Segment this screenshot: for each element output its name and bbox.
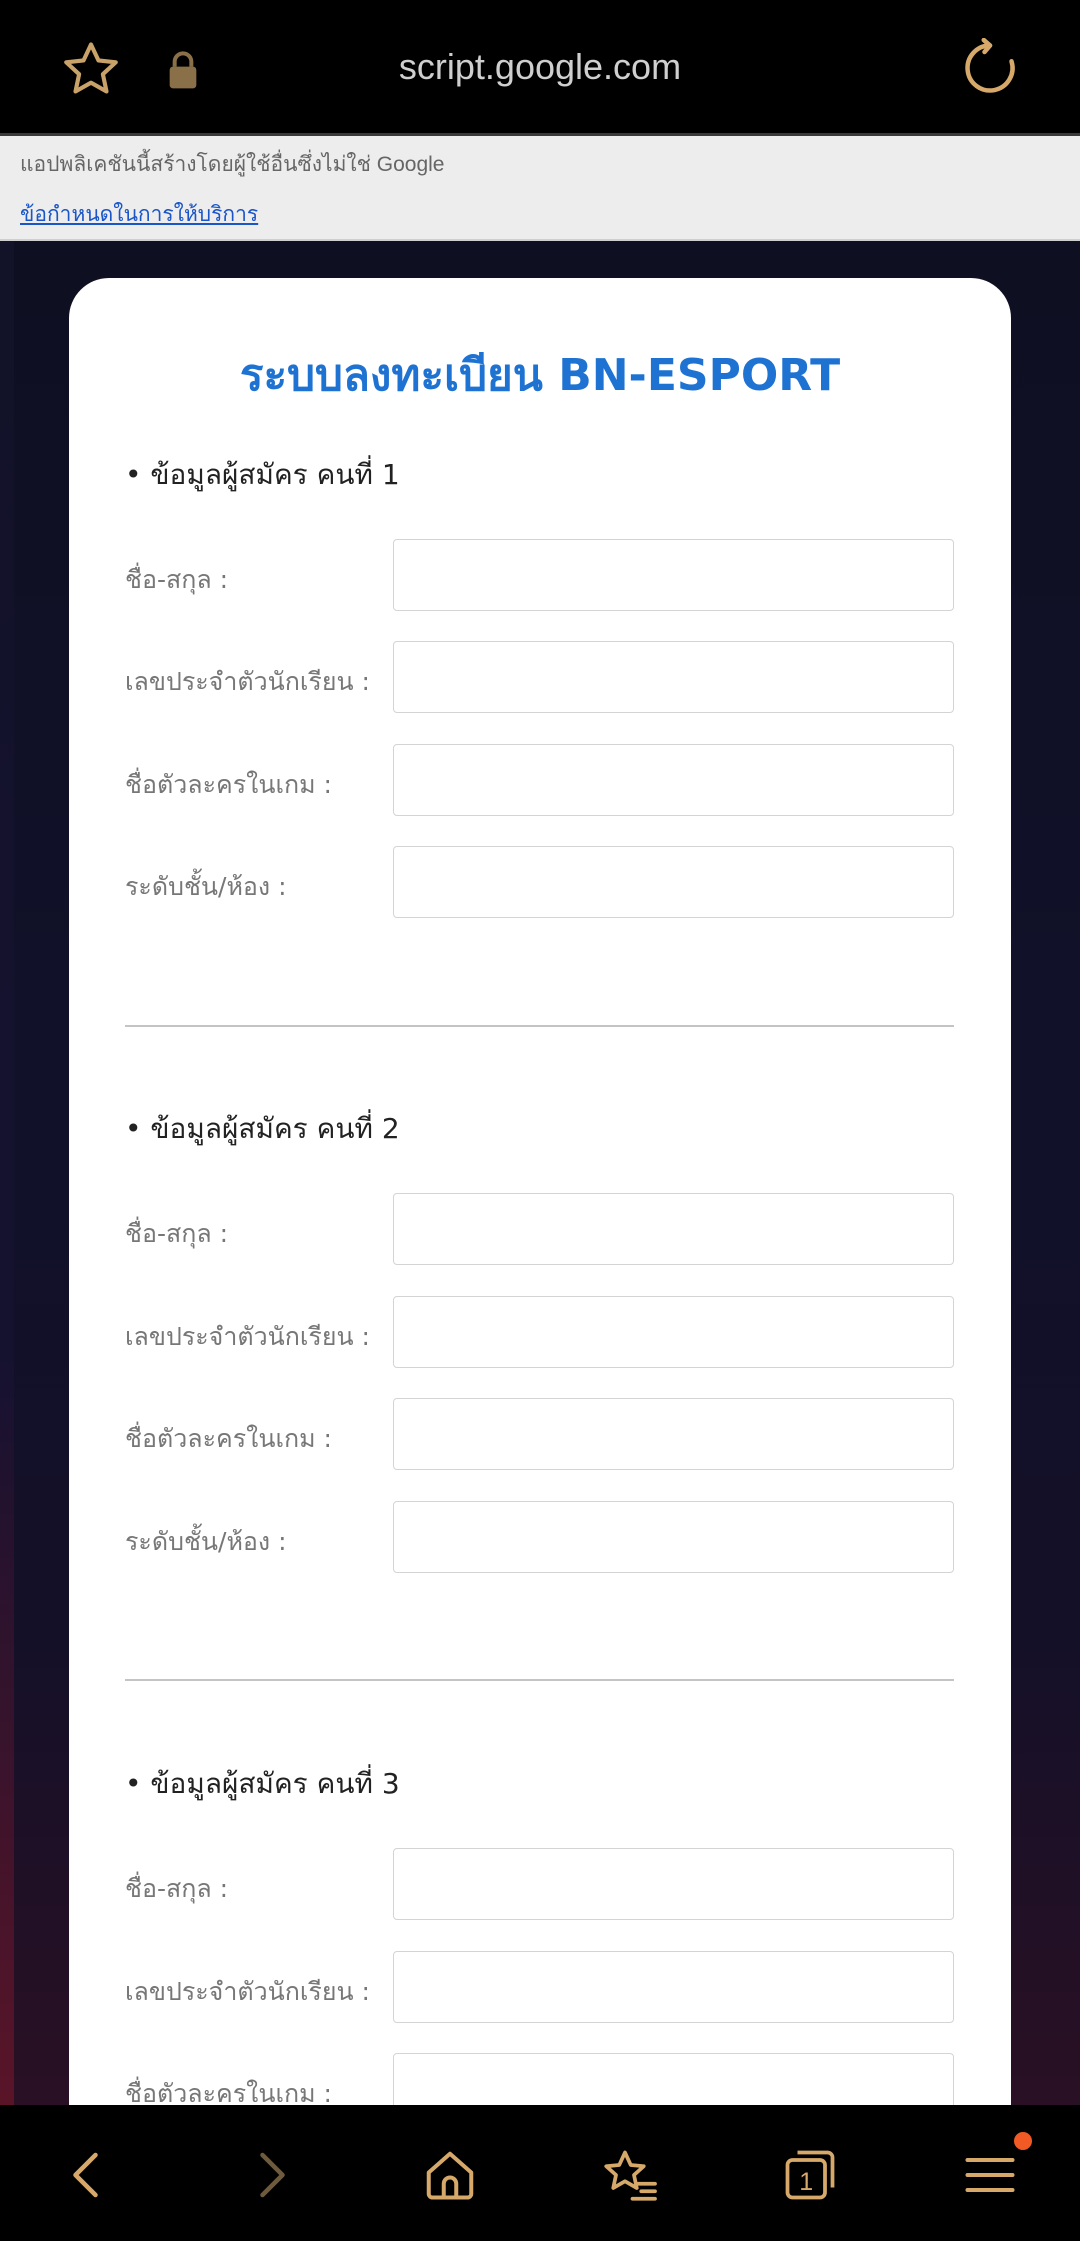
applicant-1-fullname-input[interactable] [393,539,954,611]
tabs-icon[interactable]: 1 [780,2145,840,2205]
applicant-2-ingame-name-label: ชื่อตัวละครในเกม : [125,1424,332,1453]
applicant-2-fullname-label: ชื่อ-สกุล : [125,1219,229,1248]
notice-message: แอปพลิเคชันนี้สร้างโดยผู้ใช้อื่นซึ่งไม่ใ… [20,153,445,176]
menu-icon[interactable] [960,2145,1020,2205]
applicant-3-fullname-label: ชื่อ-สกุล : [125,1874,229,1903]
applicant-1-ingame-name-label: ชื่อตัวละครในเกม : [125,770,332,799]
bookmarks-icon[interactable] [600,2145,660,2205]
form-title: ระบบลงทะเบียน BN-ESPORT [239,350,841,401]
applicant-2-class-room-label: ระดับชั้น/ห้อง : [125,1527,287,1556]
google-apps-script-notice: แอปพลิเคชันนี้สร้างโดยผู้ใช้อื่นซึ่งไม่ใ… [0,136,1080,241]
tab-count: 1 [799,2168,813,2196]
applicant-1-fullname-label: ชื่อ-สกุล : [125,565,229,594]
applicant-1-class-room-input[interactable] [393,846,954,918]
applicant-1-ingame-name-input[interactable] [393,744,954,816]
applicant-1-student-id-label: เลขประจำตัวนักเรียน : [125,667,370,696]
applicant-2-student-id-label: เลขประจำตัวนักเรียน : [125,1322,370,1351]
applicant-2-ingame-name-input[interactable] [393,1398,954,1470]
browser-bottom-nav: 1 [0,2105,1080,2241]
applicant-1-class-room-label: ระดับชั้น/ห้อง : [125,872,287,901]
applicant-1-student-id-input[interactable] [393,641,954,713]
url-text[interactable]: script.google.com [0,46,1080,88]
browser-address-bar: script.google.com [0,0,1080,136]
reload-icon[interactable] [960,38,1020,98]
forward-icon[interactable] [240,2145,300,2205]
applicant-3-fullname-input[interactable] [393,1848,954,1920]
applicant-2-student-id-input[interactable] [393,1296,954,1368]
terms-of-service-link[interactable]: ข้อกำหนดในการให้บริการ [20,198,258,231]
section-divider [125,1679,954,1681]
applicant-3-student-id-label: เลขประจำตัวนักเรียน : [125,1977,370,2006]
registration-form-card: ระบบลงทะเบียน BN-ESPORT • ข้อมูลผู้สมัคร… [69,278,1011,2178]
applicant-3-heading: • ข้อมูลผู้สมัคร คนที่ 3 [125,1767,400,1800]
applicant-2-heading: • ข้อมูลผู้สมัคร คนที่ 2 [125,1112,400,1145]
back-icon[interactable] [58,2145,118,2205]
applicant-1-heading: • ข้อมูลผู้สมัคร คนที่ 1 [125,458,400,491]
applicant-2-fullname-input[interactable] [393,1193,954,1265]
applicant-2-class-room-input[interactable] [393,1501,954,1573]
page-edge-gradient [0,241,14,2105]
home-icon[interactable] [420,2145,480,2205]
applicant-3-student-id-input[interactable] [393,1951,954,2023]
menu-notification-dot [1014,2132,1032,2150]
section-divider [125,1025,954,1027]
